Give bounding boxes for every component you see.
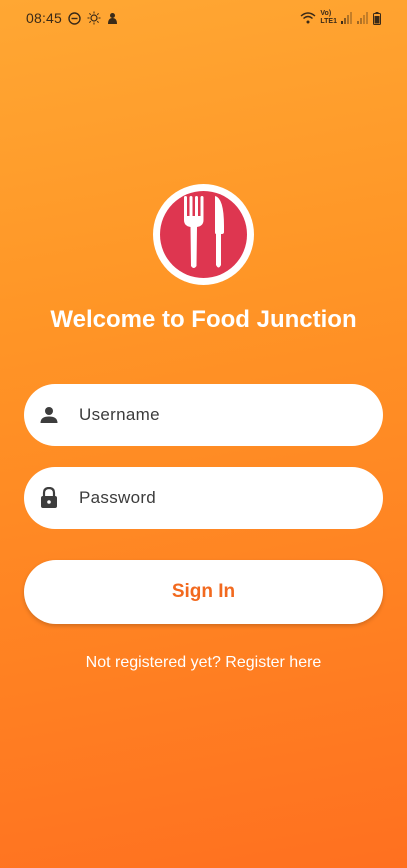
signal-icon	[357, 12, 369, 24]
volte-label: Vo) LTE1	[320, 10, 337, 25]
register-link[interactable]: Not registered yet? Register here	[0, 654, 407, 672]
page-title: Welcome to Food Junction	[50, 306, 357, 333]
password-input[interactable]	[77, 487, 361, 509]
lock-icon	[39, 487, 59, 508]
fork-knife-icon	[179, 194, 229, 275]
app-logo	[153, 184, 254, 285]
username-input[interactable]	[77, 404, 361, 426]
status-right: Vo) LTE1	[300, 10, 381, 26]
sign-in-button[interactable]: Sign In	[24, 560, 383, 624]
password-field[interactable]	[24, 467, 383, 529]
status-left: 08:45	[26, 10, 118, 26]
status-time: 08:45	[26, 10, 63, 26]
dnd-icon	[68, 11, 81, 25]
logo-circle	[160, 191, 247, 278]
username-field[interactable]	[24, 384, 383, 446]
signal-icon	[341, 12, 353, 24]
wifi-icon	[300, 12, 316, 24]
battery-icon	[373, 11, 381, 25]
brightness-icon	[87, 11, 101, 25]
notification-icon	[107, 12, 118, 25]
person-icon	[39, 405, 59, 425]
status-bar: 08:45 Vo) LTE1	[0, 0, 407, 36]
